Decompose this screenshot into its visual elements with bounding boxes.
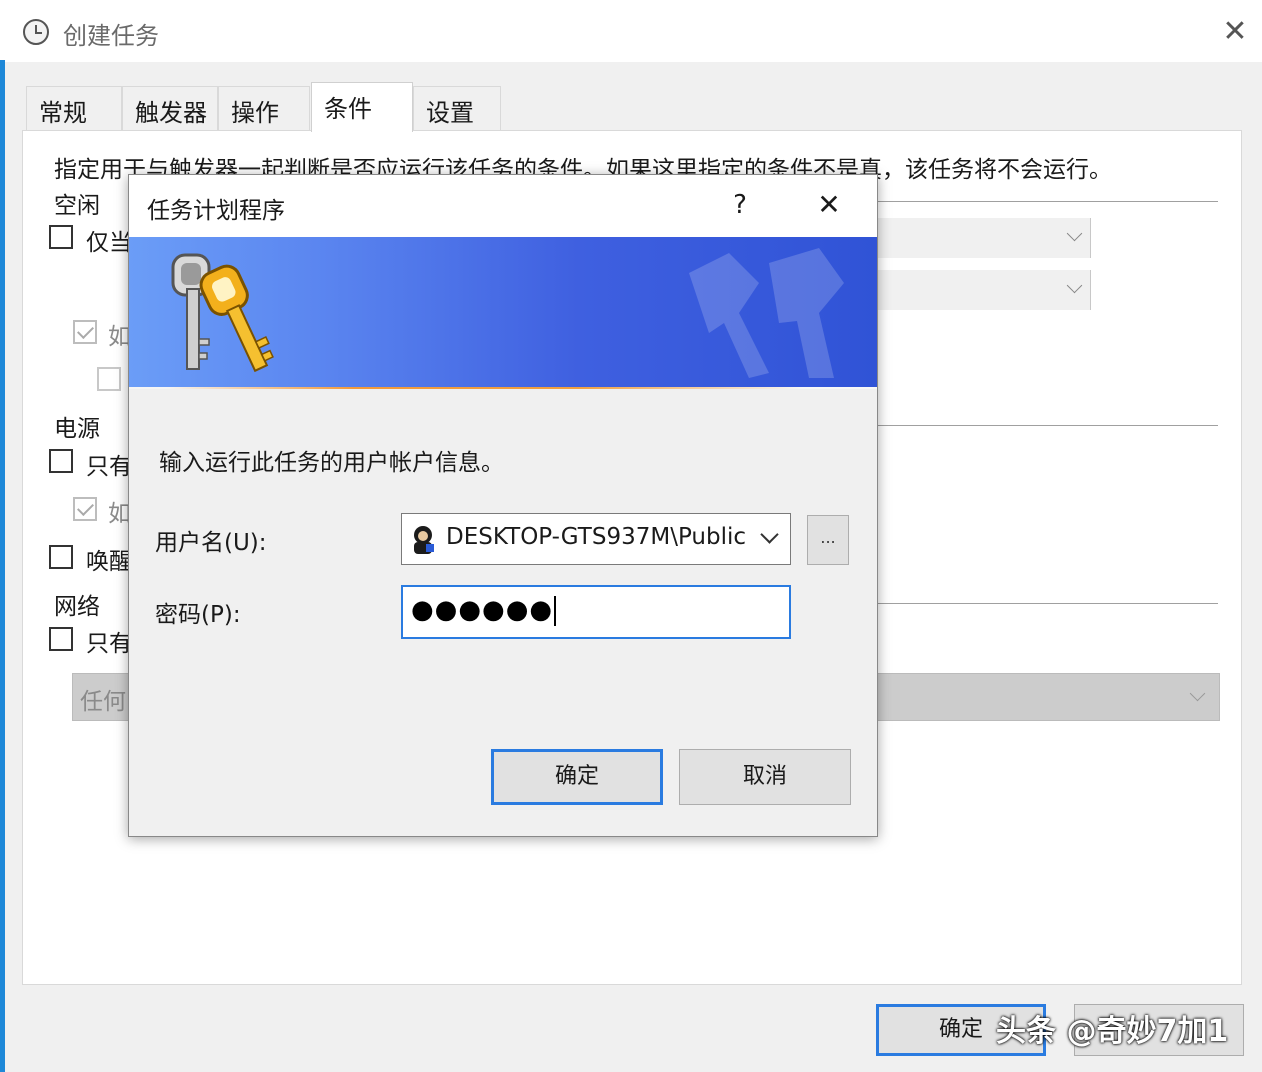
wake-to-run-checkbox[interactable]	[49, 545, 73, 569]
tab-conditions[interactable]: 条件	[311, 82, 413, 132]
idle-duration-combo	[876, 218, 1091, 258]
clock-icon	[23, 19, 49, 45]
title-bar: 创建任务 ✕	[5, 0, 1262, 62]
chevron-down-icon	[1066, 225, 1083, 242]
banner-stripe	[129, 387, 877, 389]
start-only-if-idle-label: 仅当	[86, 230, 132, 256]
chevron-down-icon[interactable]	[760, 525, 779, 544]
idle-group-label: 空闲	[54, 193, 100, 219]
start-only-if-idle-checkbox[interactable]	[49, 225, 73, 249]
password-field[interactable]: ●●●●●●	[401, 585, 791, 639]
dialog-ok-button[interactable]: 确定	[491, 749, 663, 805]
keys-icon	[171, 253, 274, 373]
dialog-title-bar: 任务计划程序 ? ✕	[129, 175, 877, 237]
text-caret	[554, 595, 557, 626]
restart-if-idle-checkbox	[97, 367, 121, 391]
window-title: 创建任务	[63, 22, 159, 50]
tab-settings[interactable]: 设置	[413, 86, 501, 130]
user-icon	[414, 526, 434, 554]
dialog-prompt: 输入运行此任务的用户帐户信息。	[159, 450, 504, 476]
username-value: DESKTOP-GTS937M\Public	[446, 524, 747, 550]
tab-general[interactable]: 常规	[26, 86, 122, 130]
close-icon[interactable]: ✕	[811, 187, 847, 223]
only-on-ac-checkbox[interactable]	[49, 449, 73, 473]
tab-triggers[interactable]: 触发器	[122, 86, 218, 130]
tab-actions[interactable]: 操作	[218, 86, 310, 130]
idle-group-line	[876, 201, 1218, 202]
only-on-ac-label: 只有	[86, 454, 132, 480]
password-mask: ●●●●●●	[411, 595, 554, 625]
credentials-dialog: 任务计划程序 ? ✕ 输入运行此任务的用户帐户信息。 用户名(U): DESKT…	[128, 174, 878, 837]
username-combo[interactable]: DESKTOP-GTS937M\Public	[401, 513, 791, 565]
stop-on-battery-checkbox	[73, 497, 97, 521]
wake-to-run-label: 唤醒	[86, 549, 132, 575]
close-icon[interactable]: ✕	[1217, 14, 1253, 50]
dialog-banner	[129, 237, 877, 389]
dialog-cancel-button[interactable]: 取消	[679, 749, 851, 805]
help-icon[interactable]: ?	[725, 187, 755, 223]
network-connection-value: 任何	[80, 689, 126, 715]
power-group-line	[876, 425, 1218, 426]
idle-wait-combo	[876, 270, 1091, 310]
network-group-line	[876, 603, 1218, 604]
username-label: 用户名(U):	[155, 530, 267, 556]
stop-if-not-idle-checkbox	[73, 320, 97, 344]
only-if-network-checkbox[interactable]	[49, 627, 73, 651]
only-if-network-label: 只有	[86, 631, 132, 657]
browse-user-button[interactable]: ...	[807, 515, 849, 565]
power-group-label: 电源	[54, 416, 100, 442]
dialog-title: 任务计划程序	[147, 198, 285, 224]
watermark: 头条 @奇妙7加1	[996, 1014, 1229, 1049]
network-group-label: 网络	[54, 594, 100, 620]
ghost-keys-icon	[689, 248, 844, 378]
password-label: 密码(P):	[155, 602, 241, 628]
chevron-down-icon	[1189, 685, 1206, 702]
chevron-down-icon	[1066, 277, 1083, 294]
